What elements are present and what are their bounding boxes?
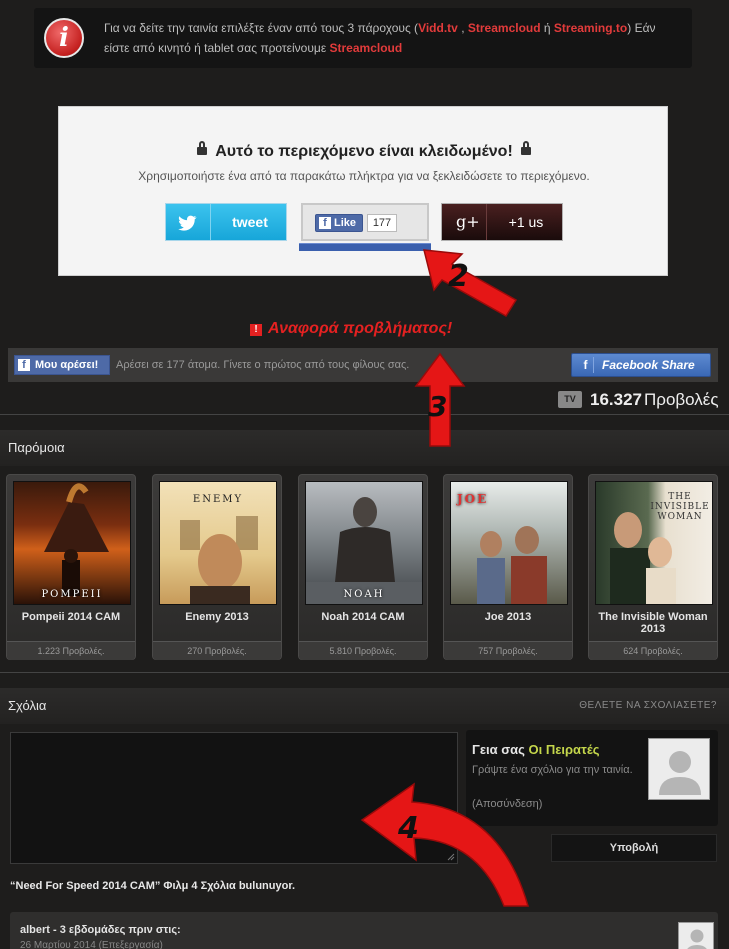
logout-link[interactable]: (Αποσύνδεση) — [472, 798, 542, 810]
facebook-bar: f Μου αρέσει! Αρέσει σε 177 άτομα. Γίνετ… — [8, 348, 718, 382]
greeting: Γεια σας Οι Πειρατές — [472, 742, 600, 757]
comment-author[interactable]: albert - 3 εβδομάδες πριν στις: — [20, 924, 181, 936]
movie-poster[interactable]: JOE — [450, 481, 568, 605]
facebook-f-icon: f — [319, 217, 331, 229]
movie-card[interactable]: JOE Joe 2013 757 Προβολές. — [443, 474, 573, 660]
facebook-like-button[interactable]: f Like 177 — [299, 203, 431, 253]
facebook-like-base — [299, 243, 431, 251]
section-divider — [0, 672, 729, 673]
movie-title[interactable]: The Invisible Woman 2013 — [589, 611, 717, 635]
locker-title: Αυτό το περιεχόμενο είναι κλειδωμένο! — [59, 141, 669, 161]
views-label: Προβολές — [644, 390, 719, 409]
lock-icon — [520, 141, 531, 155]
user-silhouette-icon — [659, 751, 701, 795]
google-plus-icon: g+ — [456, 212, 480, 231]
movie-poster[interactable]: ENEMY — [159, 481, 277, 605]
movie-title[interactable]: Enemy 2013 — [153, 611, 281, 623]
figure-art — [306, 497, 422, 604]
provider-link-streamingto[interactable]: Streaming.to — [554, 21, 627, 35]
movie-poster[interactable]: THE INVISIBLE WOMAN — [595, 481, 713, 605]
section-divider — [0, 414, 729, 415]
movie-views: 757 Προβολές. — [444, 641, 572, 660]
movie-poster[interactable]: NOAH — [305, 481, 423, 605]
tv-icon: TV — [558, 391, 582, 408]
tweet-label: tweet — [232, 214, 268, 230]
movie-views: 1.223 Προβολές. — [7, 641, 135, 660]
gplus-separator — [486, 204, 487, 240]
user-silhouette-icon — [687, 929, 707, 949]
views-count: 16.327 — [590, 390, 642, 409]
similar-header: Παρόμοια — [0, 430, 729, 466]
notice-text: Για να δείτε την ταινία επιλέξτε έναν απ… — [104, 21, 656, 55]
volcano-art — [44, 483, 109, 596]
report-problem-link[interactable]: ! Αναφορά προβλήματος! — [250, 320, 452, 338]
movie-card[interactable]: ENEMY Enemy 2013 270 Προβολές. — [152, 474, 282, 660]
facebook-like-frame: f Like 177 — [301, 203, 429, 241]
movie-views: 624 Προβολές. — [589, 641, 717, 660]
movie-card[interactable]: THE INVISIBLE WOMAN The Invisible Woman … — [588, 474, 718, 660]
movie-title[interactable]: Pompeii 2014 CAM — [7, 611, 135, 623]
locker-subtitle: Χρησιμοποιήστε ένα από τα παρακάτω πλήκτ… — [138, 169, 590, 183]
user-panel: Γεια σας Οι Πειρατές Γράψτε ένα σχόλιο γ… — [466, 730, 718, 826]
tweet-separator — [210, 204, 211, 240]
comment-textarea[interactable] — [10, 732, 458, 864]
comment-count-line: “Need For Speed 2014 CAM” Φιλμ 4 Σχόλια … — [10, 880, 296, 892]
lock-icon — [197, 141, 208, 155]
fb-bar-like-text: Αρέσει σε 177 άτομα. Γίνετε ο πρώτος από… — [116, 359, 410, 371]
fb-like-pill[interactable]: f Like — [315, 214, 363, 232]
movie-poster[interactable]: POMPEII — [13, 481, 131, 605]
movie-card[interactable]: NOAH Noah 2014 CAM 5.810 Προβολές. — [298, 474, 428, 660]
facebook-f-icon: f — [18, 359, 30, 371]
tweet-button[interactable]: tweet — [165, 203, 287, 241]
provider-link-streamcloud[interactable]: Streamcloud — [468, 21, 541, 35]
fb-bar-like-button[interactable]: f Μου αρέσει! — [14, 355, 110, 375]
provider-link-streamcloud-mobile[interactable]: Streamcloud — [330, 41, 403, 55]
similar-title: Παρόμοια — [8, 440, 65, 455]
comment-hint: Γράψτε ένα σχόλιο για την ταινία. — [472, 764, 633, 776]
alert-icon: ! — [250, 324, 262, 336]
comment-item: albert - 3 εβδομάδες πριν στις: 26 Μαρτί… — [10, 912, 718, 949]
facebook-share-button[interactable]: f Facebook Share — [571, 353, 711, 377]
user-name-link[interactable]: Οι Πειρατές — [528, 742, 599, 757]
content-locker: Αυτό το περιεχόμενο είναι κλειδωμένο! Χρ… — [58, 106, 668, 276]
movie-title[interactable]: Noah 2014 CAM — [299, 611, 427, 623]
provider-notice: i Για να δείτε την ταινία επιλέξτε έναν … — [34, 8, 692, 68]
movie-card[interactable]: POMPEII Pompeii 2014 CAM 1.223 Προβολές. — [6, 474, 136, 660]
google-plus-button[interactable]: g+ +1 us — [441, 203, 563, 241]
provider-link-viddtv[interactable]: Vidd.tv — [418, 21, 458, 35]
movie-views: 5.810 Προβολές. — [299, 641, 427, 660]
submit-comment-button[interactable]: Υποβολή — [551, 834, 717, 862]
comment-date: 26 Μαρτίου 2014 (Επεξεργασία) — [20, 940, 163, 949]
comments-title: Σχόλια — [8, 698, 47, 713]
annotation-label-3: 3 — [428, 390, 447, 423]
twitter-bird-icon — [178, 215, 197, 231]
info-icon: i — [44, 18, 84, 58]
movie-views: 270 Προβολές. — [153, 641, 281, 660]
resize-grip-icon[interactable] — [447, 853, 455, 861]
movie-title[interactable]: Joe 2013 — [444, 611, 572, 623]
fb-like-count: 177 — [367, 214, 397, 232]
avatar — [648, 738, 710, 800]
want-to-comment-link[interactable]: ΘΕΛΕΤΕ ΝΑ ΣΧΟΛΙΑΣΕΤΕ? — [579, 688, 717, 724]
gplus-label: +1 us — [508, 214, 544, 230]
comments-header: Σχόλια ΘΕΛΕΤΕ ΝΑ ΣΧΟΛΙΑΣΕΤΕ? — [0, 688, 729, 724]
facebook-f-icon: f — [578, 357, 594, 373]
avatar — [678, 922, 714, 949]
